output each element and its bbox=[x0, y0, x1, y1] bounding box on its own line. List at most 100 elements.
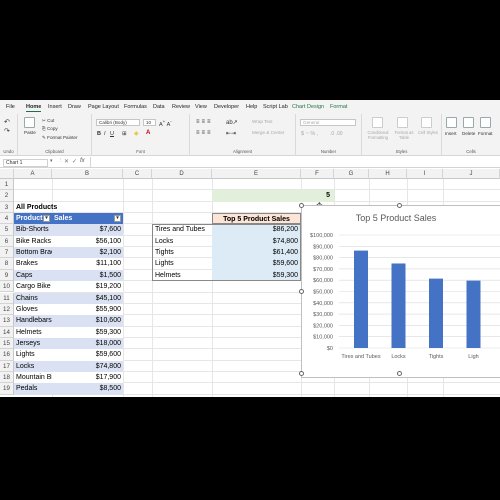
decimal-icon[interactable]: .0 .00 bbox=[330, 131, 343, 137]
column-header-g[interactable]: G bbox=[334, 169, 369, 179]
product-name-cell[interactable]: Mountain Bikes bbox=[14, 371, 52, 384]
top5-sales-cell[interactable]: $59,600 bbox=[212, 258, 301, 270]
top5-product-cell[interactable]: Helmets bbox=[152, 269, 212, 282]
chart-bar[interactable] bbox=[466, 280, 481, 348]
product-name-cell[interactable]: Helmets bbox=[14, 326, 52, 338]
chart-resize-handle[interactable] bbox=[299, 370, 304, 376]
redo-icon[interactable]: ↷ bbox=[4, 127, 10, 135]
borders-icon[interactable]: ⊞ bbox=[122, 131, 127, 137]
tab-review[interactable]: Review bbox=[172, 104, 190, 110]
product-name-cell[interactable]: Chains bbox=[14, 292, 52, 304]
tab-help[interactable]: Help bbox=[246, 104, 257, 110]
top5-product-cell[interactable]: Lights bbox=[152, 258, 212, 270]
chart-resize-handle[interactable] bbox=[397, 370, 402, 376]
number-format-select[interactable]: General bbox=[300, 119, 356, 126]
tab-formulas[interactable]: Formulas bbox=[124, 104, 147, 110]
grow-font-icon[interactable]: A+ A- bbox=[159, 119, 172, 128]
row-header-7[interactable]: 7 bbox=[0, 247, 14, 259]
product-sales-cell[interactable]: $10,600 bbox=[52, 315, 123, 327]
format-as-table-icon[interactable] bbox=[397, 117, 408, 128]
tab-script-lab[interactable]: Script Lab bbox=[263, 104, 288, 110]
chart-resize-handle[interactable] bbox=[397, 202, 402, 208]
table-header-product[interactable]: Product ▾ bbox=[14, 213, 52, 225]
product-sales-cell[interactable]: $19,200 bbox=[52, 281, 123, 293]
row-header-16[interactable]: 16 bbox=[0, 349, 14, 361]
left-align-icon[interactable]: ≡≡≡ bbox=[196, 130, 213, 136]
orientation-icon[interactable]: ab↗ bbox=[226, 119, 238, 126]
product-name-cell[interactable]: Lights bbox=[14, 349, 52, 361]
tab-data[interactable]: Data bbox=[153, 104, 165, 110]
product-sales-cell[interactable]: $7,600 bbox=[52, 224, 123, 236]
indent-icon[interactable]: ⇤⇥ bbox=[226, 130, 236, 137]
product-sales-cell[interactable]: $11,100 bbox=[52, 258, 123, 270]
row-header-18[interactable]: 18 bbox=[0, 371, 14, 384]
row-header-1[interactable]: 1 bbox=[0, 179, 14, 191]
format-cells-icon[interactable] bbox=[480, 117, 491, 128]
product-name-cell[interactable]: Bike Racks bbox=[14, 235, 52, 248]
column-header-j[interactable]: J bbox=[443, 169, 500, 179]
fill-color-icon[interactable]: ◈ bbox=[134, 130, 139, 137]
product-name-cell[interactable]: Handlebars bbox=[14, 315, 52, 327]
column-header-c[interactable]: C bbox=[123, 169, 152, 179]
bold-icon[interactable]: B bbox=[97, 131, 101, 137]
tab-file[interactable]: File bbox=[6, 104, 15, 110]
enter-icon[interactable]: ✓ bbox=[72, 158, 77, 165]
chart-resize-handle[interactable] bbox=[299, 202, 304, 208]
product-sales-cell[interactable]: $59,600 bbox=[52, 349, 123, 361]
row-header-15[interactable]: 15 bbox=[0, 337, 14, 350]
product-name-cell[interactable]: Bottom Brackets bbox=[14, 247, 52, 259]
top5-product-cell[interactable]: Tights bbox=[152, 247, 212, 259]
product-sales-cell[interactable]: $8,500 bbox=[52, 383, 123, 395]
product-name-cell[interactable]: Gloves bbox=[14, 303, 52, 316]
product-name-cell[interactable]: Locks bbox=[14, 360, 52, 372]
column-header-a[interactable]: A bbox=[14, 169, 52, 179]
delete-cells-icon[interactable] bbox=[463, 117, 474, 128]
font-size-select[interactable]: 10 bbox=[143, 119, 156, 126]
product-sales-cell[interactable]: $74,800 bbox=[52, 360, 123, 372]
merge-center-button[interactable]: Merge & Center bbox=[252, 130, 284, 135]
row-header-8[interactable]: 8 bbox=[0, 258, 14, 270]
row-header-3[interactable]: 3 bbox=[0, 201, 14, 214]
top5-sales-cell[interactable]: $61,400 bbox=[212, 247, 301, 259]
cancel-icon[interactable]: ✕ bbox=[64, 158, 69, 165]
name-box-dropdown-icon[interactable]: ▾ bbox=[50, 158, 53, 164]
name-box[interactable]: Chart 1 bbox=[3, 158, 48, 167]
row-header-4[interactable]: 4 bbox=[0, 213, 14, 225]
undo-icon[interactable]: ↶ bbox=[4, 118, 10, 126]
currency-icon[interactable]: $ ~ % , bbox=[301, 131, 318, 137]
row-header-17[interactable]: 17 bbox=[0, 360, 14, 372]
insert-cells-button[interactable]: Insert bbox=[445, 131, 457, 136]
filter-dropdown-icon[interactable]: ▾ bbox=[114, 215, 121, 223]
underline-icon[interactable]: U bbox=[110, 131, 114, 137]
product-name-cell[interactable]: Cargo Bike bbox=[14, 281, 52, 293]
top5-header[interactable]: Top 5 Product Sales bbox=[212, 213, 301, 225]
font-name-select[interactable]: Calibri (Body) bbox=[96, 119, 140, 126]
top-align-icon[interactable]: ≡≡≡ bbox=[196, 119, 213, 125]
chart-title[interactable]: Top 5 Product Sales bbox=[356, 213, 437, 223]
top5-product-cell[interactable]: Locks bbox=[152, 235, 212, 248]
top5-sales-cell[interactable]: $74,800 bbox=[212, 235, 301, 248]
select-all-corner[interactable] bbox=[0, 169, 14, 179]
product-name-cell[interactable]: Caps bbox=[14, 269, 52, 282]
product-sales-cell[interactable]: $55,900 bbox=[52, 303, 123, 316]
format-cells-button[interactable]: Format bbox=[478, 131, 493, 136]
product-name-cell[interactable]: Pedals bbox=[14, 383, 52, 395]
tab-view[interactable]: View bbox=[195, 104, 207, 110]
chart-object[interactable]: Top 5 Product Sales $0 $10,000 $20,000 $30,0… bbox=[299, 202, 500, 378]
row-header-9[interactable]: 9 bbox=[0, 269, 14, 282]
paste-button[interactable]: Paste bbox=[24, 130, 36, 135]
fx-icon[interactable]: fx bbox=[80, 158, 85, 164]
font-color-icon[interactable]: A bbox=[146, 130, 150, 136]
tab-insert[interactable]: Insert bbox=[48, 104, 62, 110]
column-header-i[interactable]: I bbox=[407, 169, 443, 179]
product-sales-cell[interactable]: $59,300 bbox=[52, 326, 123, 338]
format-as-table-button[interactable]: Format as Table bbox=[393, 130, 415, 140]
insert-cells-icon[interactable] bbox=[446, 117, 457, 128]
cell-styles-icon[interactable] bbox=[421, 117, 432, 128]
product-sales-cell[interactable]: $18,000 bbox=[52, 337, 123, 350]
paste-icon[interactable] bbox=[24, 117, 35, 128]
product-sales-cell[interactable]: $2,100 bbox=[52, 247, 123, 259]
italic-icon[interactable]: I bbox=[104, 131, 106, 137]
product-sales-cell[interactable]: $1,500 bbox=[52, 269, 123, 282]
column-header-h[interactable]: H bbox=[369, 169, 407, 179]
